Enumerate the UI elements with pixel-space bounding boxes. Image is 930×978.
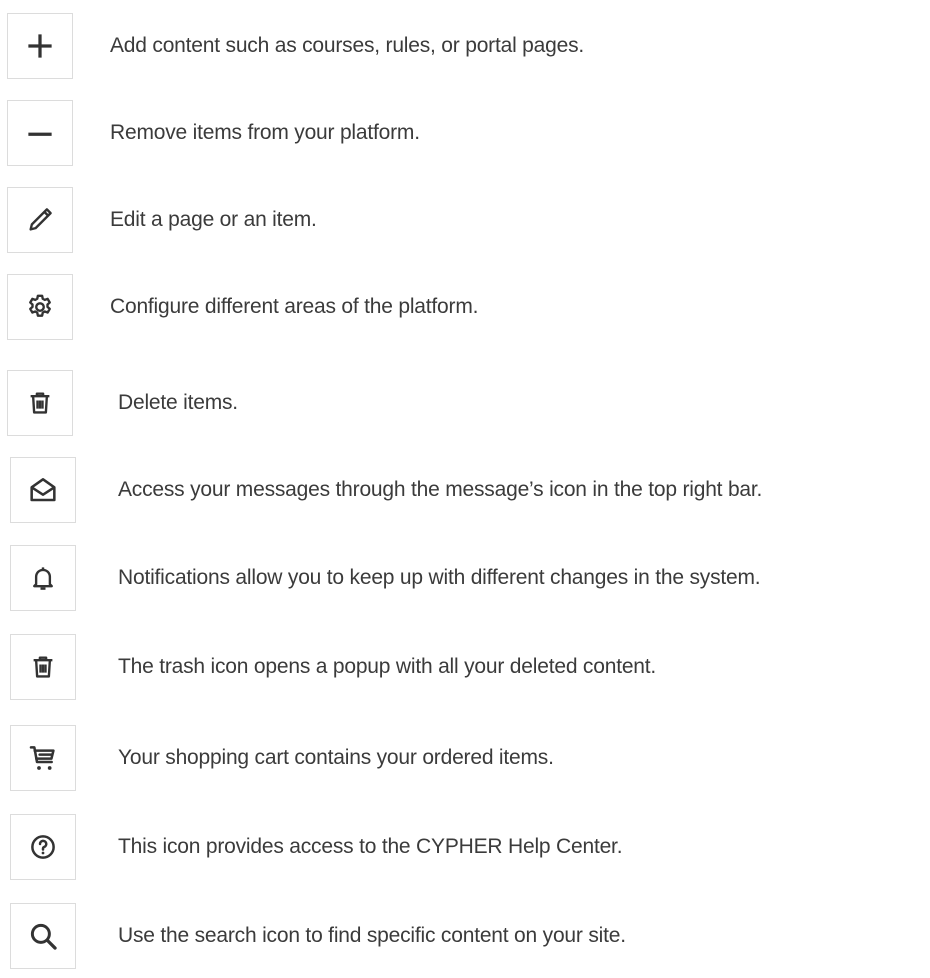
legend-row-add: Add content such as courses, rules, or p… [0,13,930,83]
help-description: This icon provides access to the CYPHER … [118,835,623,858]
add-description: Add content such as courses, rules, or p… [110,34,585,57]
messages-icon-box [10,457,76,523]
pencil-icon [29,208,52,231]
messages-description: Access your messages through the message… [118,478,763,501]
legend-row-delete: Delete items. [0,370,930,440]
legend-row-configure: Configure different areas of the platfor… [0,274,930,344]
search-description: Use the search icon to find specific con… [118,924,626,947]
remove-icon-box [7,100,73,166]
edit-icon-box [7,187,73,253]
gear-icon [29,294,51,317]
shopping-cart-icon [29,746,55,770]
help-icon-box [10,814,76,880]
trash-icon [30,392,50,414]
legend-row-trash: The trash icon opens a popup with all yo… [0,634,930,704]
legend-row-messages: Access your messages through the message… [0,457,930,527]
cart-description: Your shopping cart contains your ordered… [118,746,554,769]
cart-icon-box [10,725,76,791]
configure-description: Configure different areas of the platfor… [110,295,479,318]
notifications-description: Notifications allow you to keep up with … [118,566,761,589]
trash-icon-box [10,634,76,700]
search-icon-box [10,903,76,969]
plus-icon [28,34,52,58]
search-icon [30,923,57,950]
help-circle-icon [31,835,55,859]
legend-row-edit: Edit a page or an item. [0,187,930,257]
delete-description: Delete items. [118,391,238,414]
delete-icon-box [7,370,73,436]
add-icon-box [7,13,73,79]
notifications-icon-box [10,545,76,611]
edit-description: Edit a page or an item. [110,208,317,231]
trash-icon [33,656,53,678]
legend-row-help: This icon provides access to the CYPHER … [0,814,930,884]
remove-description: Remove items from your platform. [110,121,420,144]
envelope-open-icon [30,478,56,502]
configure-icon-box [7,274,73,340]
bell-icon [33,567,53,590]
legend-row-search: Use the search icon to find specific con… [0,903,930,973]
trash-description: The trash icon opens a popup with all yo… [118,655,657,678]
minus-icon [28,132,52,136]
legend-row-cart: Your shopping cart contains your ordered… [0,725,930,795]
legend-row-notifications: Notifications allow you to keep up with … [0,545,930,615]
legend-row-remove: Remove items from your platform. [0,100,930,170]
